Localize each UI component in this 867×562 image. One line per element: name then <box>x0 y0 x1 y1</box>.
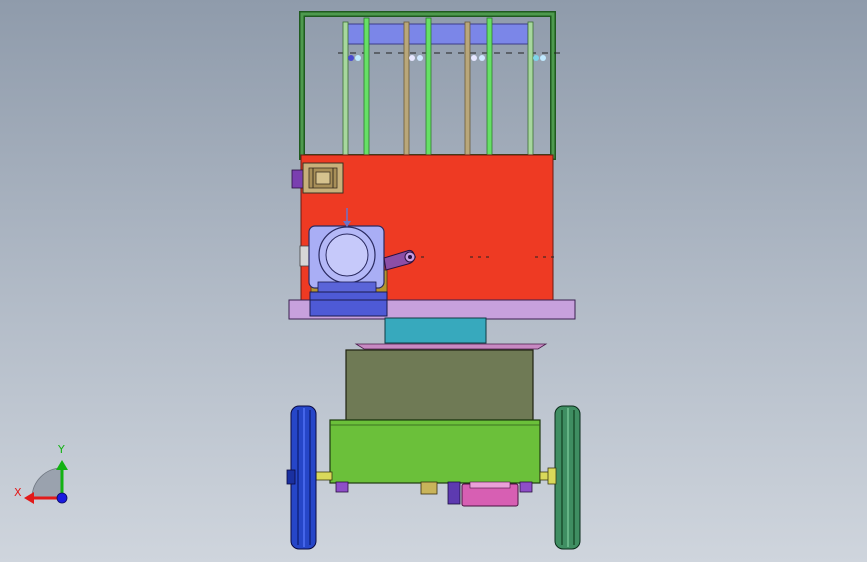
small-gearbox[interactable] <box>291 162 344 194</box>
blue-bar[interactable] <box>345 23 529 45</box>
model-canvas[interactable] <box>0 0 867 562</box>
orientation-triad <box>24 460 68 504</box>
top-frame[interactable] <box>299 11 560 160</box>
wheel-left[interactable] <box>286 405 317 550</box>
wheel-right[interactable] <box>547 405 581 550</box>
column[interactable] <box>384 317 487 344</box>
chassis-box[interactable] <box>329 349 541 484</box>
triad-y-label: Y <box>58 443 65 456</box>
cad-viewport[interactable]: X Y <box>0 0 867 562</box>
triad-x-label: X <box>14 486 22 499</box>
